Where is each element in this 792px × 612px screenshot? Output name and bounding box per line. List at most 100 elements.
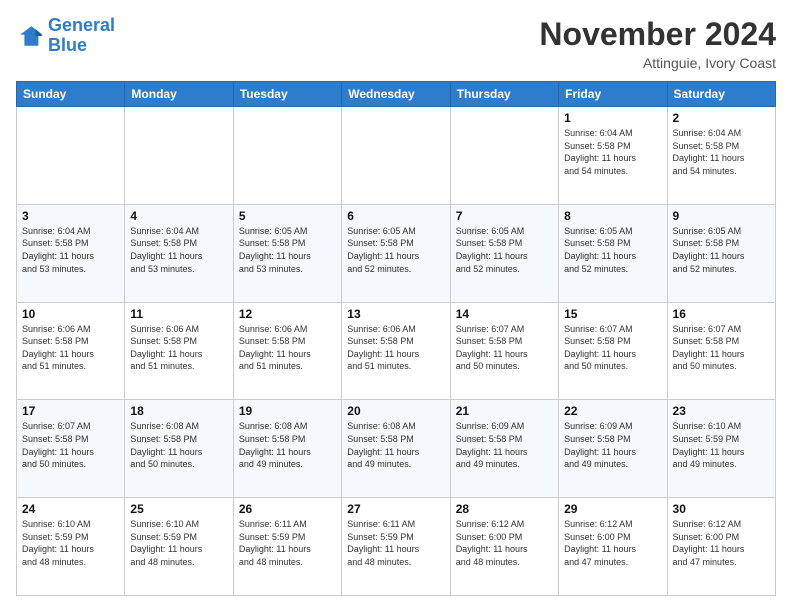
day-info: Sunrise: 6:05 AM Sunset: 5:58 PM Dayligh… — [564, 225, 661, 275]
calendar-cell: 28Sunrise: 6:12 AM Sunset: 6:00 PM Dayli… — [450, 498, 558, 596]
weekday-header: Saturday — [667, 82, 775, 107]
day-info: Sunrise: 6:07 AM Sunset: 5:58 PM Dayligh… — [22, 420, 119, 470]
logo: General Blue — [16, 16, 115, 56]
calendar-cell: 14 Sunrise: 6:07 AM Sunset: 5:58 PM Dayli… — [450, 302, 558, 400]
day-number: 5 — [239, 209, 336, 223]
day-info: Sunrise: 6:07 AM Sunset: 5:58 PM Dayligh… — [673, 323, 770, 373]
day-info: Sunrise: 6:05 AM Sunset: 5:58 PM Dayligh… — [456, 225, 553, 275]
header: General Blue November 2024 Attinguie, Iv… — [16, 16, 776, 71]
calendar-cell — [17, 107, 125, 205]
calendar-cell: 6 Sunrise: 6:05 AM Sunset: 5:58 PM Daylig… — [342, 204, 450, 302]
day-number: 24 — [22, 502, 119, 516]
day-number: 1 — [564, 111, 661, 125]
calendar-cell: 9 Sunrise: 6:05 AM Sunset: 5:58 PM Daylig… — [667, 204, 775, 302]
day-info: Sunrise: 6:04 AM Sunset: 5:58 PM Dayligh… — [22, 225, 119, 275]
day-number: 4 — [130, 209, 227, 223]
day-number: 20 — [347, 404, 444, 418]
calendar-cell: 26 Sunrise: 6:11 AM Sunset: 5:59 PM Dayli… — [233, 498, 341, 596]
day-number: 30 — [673, 502, 770, 516]
calendar-cell: 1 Sunrise: 6:04 AM Sunset: 5:58 PM Daylig… — [559, 107, 667, 205]
weekday-header: Sunday — [17, 82, 125, 107]
day-info: Sunrise: 6:12 AM Sunset: 6:00 PM Dayligh… — [673, 518, 770, 568]
day-number: 6 — [347, 209, 444, 223]
day-info: Sunrise: 6:11 AM Sunset: 5:59 PM Dayligh… — [239, 518, 336, 568]
day-info: Sunrise: 6:08 AM Sunset: 5:58 PM Dayligh… — [347, 420, 444, 470]
calendar-cell: 5 Sunrise: 6:05 AM Sunset: 5:58 PM Daylig… — [233, 204, 341, 302]
day-info: Sunrise: 6:10 AM Sunset: 5:59 PM Dayligh… — [130, 518, 227, 568]
day-info: Sunrise: 6:04 AM Sunset: 5:58 PM Dayligh… — [130, 225, 227, 275]
calendar-week-row: 3 Sunrise: 6:04 AM Sunset: 5:58 PM Daylig… — [17, 204, 776, 302]
day-info: Sunrise: 6:06 AM Sunset: 5:58 PM Dayligh… — [130, 323, 227, 373]
day-info: Sunrise: 6:11 AM Sunset: 5:59 PM Dayligh… — [347, 518, 444, 568]
calendar-week-row: 17 Sunrise: 6:07 AM Sunset: 5:58 PM Dayli… — [17, 400, 776, 498]
calendar-cell — [342, 107, 450, 205]
calendar-cell — [125, 107, 233, 205]
calendar-cell: 10 Sunrise: 6:06 AM Sunset: 5:58 PM Dayli… — [17, 302, 125, 400]
calendar-cell: 2 Sunrise: 6:04 AM Sunset: 5:58 PM Daylig… — [667, 107, 775, 205]
weekday-header: Tuesday — [233, 82, 341, 107]
day-info: Sunrise: 6:09 AM Sunset: 5:58 PM Dayligh… — [456, 420, 553, 470]
day-number: 27 — [347, 502, 444, 516]
calendar-cell: 15 Sunrise: 6:07 AM Sunset: 5:58 PM Dayli… — [559, 302, 667, 400]
weekday-header: Monday — [125, 82, 233, 107]
calendar-cell: 4 Sunrise: 6:04 AM Sunset: 5:58 PM Daylig… — [125, 204, 233, 302]
calendar-cell: 29 Sunrise: 6:12 AM Sunset: 6:00 PM Dayli… — [559, 498, 667, 596]
calendar-cell: 25 Sunrise: 6:10 AM Sunset: 5:59 PM Dayli… — [125, 498, 233, 596]
day-number: 12 — [239, 307, 336, 321]
day-number: 9 — [673, 209, 770, 223]
calendar-cell — [450, 107, 558, 205]
day-info: Sunrise: 6:09 AM Sunset: 5:58 PM Dayligh… — [564, 420, 661, 470]
day-info: Sunrise: 6:05 AM Sunset: 5:58 PM Dayligh… — [347, 225, 444, 275]
day-number: 19 — [239, 404, 336, 418]
day-number: 26 — [239, 502, 336, 516]
calendar-cell: 27 Sunrise: 6:11 AM Sunset: 5:59 PM Dayli… — [342, 498, 450, 596]
day-number: 18 — [130, 404, 227, 418]
calendar-cell: 13 Sunrise: 6:06 AM Sunset: 5:58 PM Dayli… — [342, 302, 450, 400]
day-number: 11 — [130, 307, 227, 321]
day-info: Sunrise: 6:08 AM Sunset: 5:58 PM Dayligh… — [239, 420, 336, 470]
month-title: November 2024 — [539, 16, 776, 53]
day-info: Sunrise: 6:10 AM Sunset: 5:59 PM Dayligh… — [673, 420, 770, 470]
calendar-cell: 8 Sunrise: 6:05 AM Sunset: 5:58 PM Daylig… — [559, 204, 667, 302]
calendar-cell: 19 Sunrise: 6:08 AM Sunset: 5:58 PM Dayli… — [233, 400, 341, 498]
day-info: Sunrise: 6:05 AM Sunset: 5:58 PM Dayligh… — [239, 225, 336, 275]
calendar: SundayMondayTuesdayWednesdayThursdayFrid… — [16, 81, 776, 596]
calendar-cell: 3 Sunrise: 6:04 AM Sunset: 5:58 PM Daylig… — [17, 204, 125, 302]
day-number: 28 — [456, 502, 553, 516]
calendar-week-row: 24 Sunrise: 6:10 AM Sunset: 5:59 PM Dayli… — [17, 498, 776, 596]
calendar-cell: 16Sunrise: 6:07 AM Sunset: 5:58 PM Dayli… — [667, 302, 775, 400]
day-info: Sunrise: 6:07 AM Sunset: 5:58 PM Dayligh… — [456, 323, 553, 373]
day-number: 13 — [347, 307, 444, 321]
day-number: 8 — [564, 209, 661, 223]
day-number: 17 — [22, 404, 119, 418]
day-number: 22 — [564, 404, 661, 418]
day-info: Sunrise: 6:04 AM Sunset: 5:58 PM Dayligh… — [564, 127, 661, 177]
day-number: 10 — [22, 307, 119, 321]
calendar-cell: 21Sunrise: 6:09 AM Sunset: 5:58 PM Dayli… — [450, 400, 558, 498]
day-info: Sunrise: 6:04 AM Sunset: 5:58 PM Dayligh… — [673, 127, 770, 177]
weekday-header: Wednesday — [342, 82, 450, 107]
day-info: Sunrise: 6:06 AM Sunset: 5:58 PM Dayligh… — [347, 323, 444, 373]
day-number: 25 — [130, 502, 227, 516]
day-number: 2 — [673, 111, 770, 125]
day-info: Sunrise: 6:07 AM Sunset: 5:58 PM Dayligh… — [564, 323, 661, 373]
day-info: Sunrise: 6:10 AM Sunset: 5:59 PM Dayligh… — [22, 518, 119, 568]
day-number: 14 — [456, 307, 553, 321]
day-info: Sunrise: 6:06 AM Sunset: 5:58 PM Dayligh… — [22, 323, 119, 373]
day-number: 3 — [22, 209, 119, 223]
logo-line2: Blue — [48, 35, 87, 55]
calendar-cell: 24 Sunrise: 6:10 AM Sunset: 5:59 PM Dayli… — [17, 498, 125, 596]
day-info: Sunrise: 6:06 AM Sunset: 5:58 PM Dayligh… — [239, 323, 336, 373]
calendar-cell: 23Sunrise: 6:10 AM Sunset: 5:59 PM Dayli… — [667, 400, 775, 498]
day-number: 29 — [564, 502, 661, 516]
day-number: 15 — [564, 307, 661, 321]
calendar-week-row: 10 Sunrise: 6:06 AM Sunset: 5:58 PM Dayli… — [17, 302, 776, 400]
calendar-cell — [233, 107, 341, 205]
day-info: Sunrise: 6:05 AM Sunset: 5:58 PM Dayligh… — [673, 225, 770, 275]
location: Attinguie, Ivory Coast — [539, 55, 776, 71]
page: General Blue November 2024 Attinguie, Iv… — [0, 0, 792, 612]
weekday-header: Friday — [559, 82, 667, 107]
calendar-cell: 17 Sunrise: 6:07 AM Sunset: 5:58 PM Dayli… — [17, 400, 125, 498]
day-info: Sunrise: 6:12 AM Sunset: 6:00 PM Dayligh… — [564, 518, 661, 568]
calendar-cell: 20 Sunrise: 6:08 AM Sunset: 5:58 PM Dayli… — [342, 400, 450, 498]
